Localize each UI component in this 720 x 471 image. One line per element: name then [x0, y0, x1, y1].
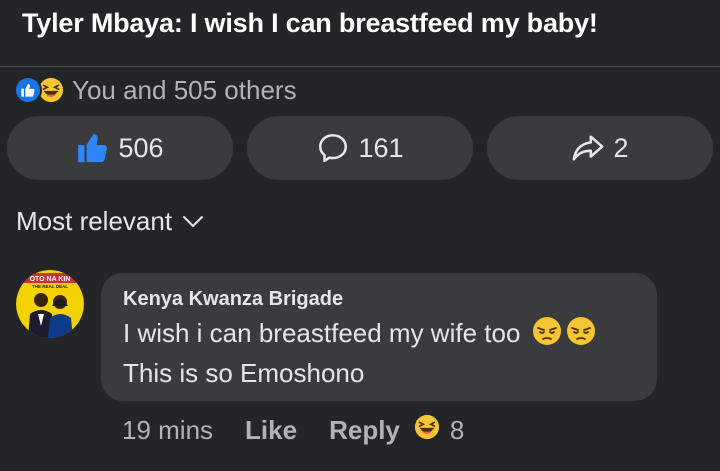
pensive-face-icon: [566, 316, 596, 355]
share-count: 2: [613, 132, 629, 163]
comment-reply-button[interactable]: Reply: [329, 415, 400, 446]
comment-meta: 19 mins Like Reply 8: [122, 410, 464, 450]
bottom-strip: [0, 462, 720, 471]
avatar[interactable]: OTO NA KIN THE REAL DEAL: [16, 270, 84, 338]
comment-icon: [319, 133, 348, 163]
share-button[interactable]: 2: [487, 116, 713, 180]
like-button[interactable]: 506: [7, 116, 233, 180]
comment-button[interactable]: 161: [247, 116, 473, 180]
comment-like-button[interactable]: Like: [245, 415, 297, 446]
comment-reaction-count[interactable]: 8: [450, 415, 464, 446]
post-title: Tyler Mbaya: I wish I can breastfeed my …: [22, 8, 598, 38]
like-reaction-icon: [14, 76, 42, 104]
avatar-banner-text: OTO NA KIN: [30, 276, 71, 283]
thumbs-up-icon: [78, 133, 108, 163]
avatar-sub-text: THE REAL DEAL: [32, 284, 68, 289]
sort-label: Most relevant: [16, 206, 173, 236]
like-count: 506: [118, 132, 164, 163]
share-icon: [573, 135, 604, 161]
comment-time[interactable]: 19 mins: [122, 415, 213, 446]
haha-reaction-icon[interactable]: [414, 414, 440, 447]
chevron-down-icon: [183, 215, 204, 227]
pensive-face-icon: [532, 316, 562, 355]
reactions-count-text: You and 505 others: [72, 74, 297, 105]
comment-bubble[interactable]: Kenya Kwanza Brigade I wish i can breast…: [101, 273, 657, 401]
comment-author[interactable]: Kenya Kwanza Brigade: [123, 288, 635, 311]
comment-line-1: I wish i can breastfeed my wife too: [123, 318, 521, 348]
reactions-summary[interactable]: You and 505 others: [14, 74, 297, 106]
divider: [0, 66, 720, 67]
sort-dropdown[interactable]: Most relevant: [16, 206, 204, 237]
comment-text: I wish i can breastfeed my wife too This: [123, 315, 635, 391]
comment-count: 161: [358, 132, 404, 163]
comment-line-2: This is so Emoshono: [123, 357, 365, 388]
